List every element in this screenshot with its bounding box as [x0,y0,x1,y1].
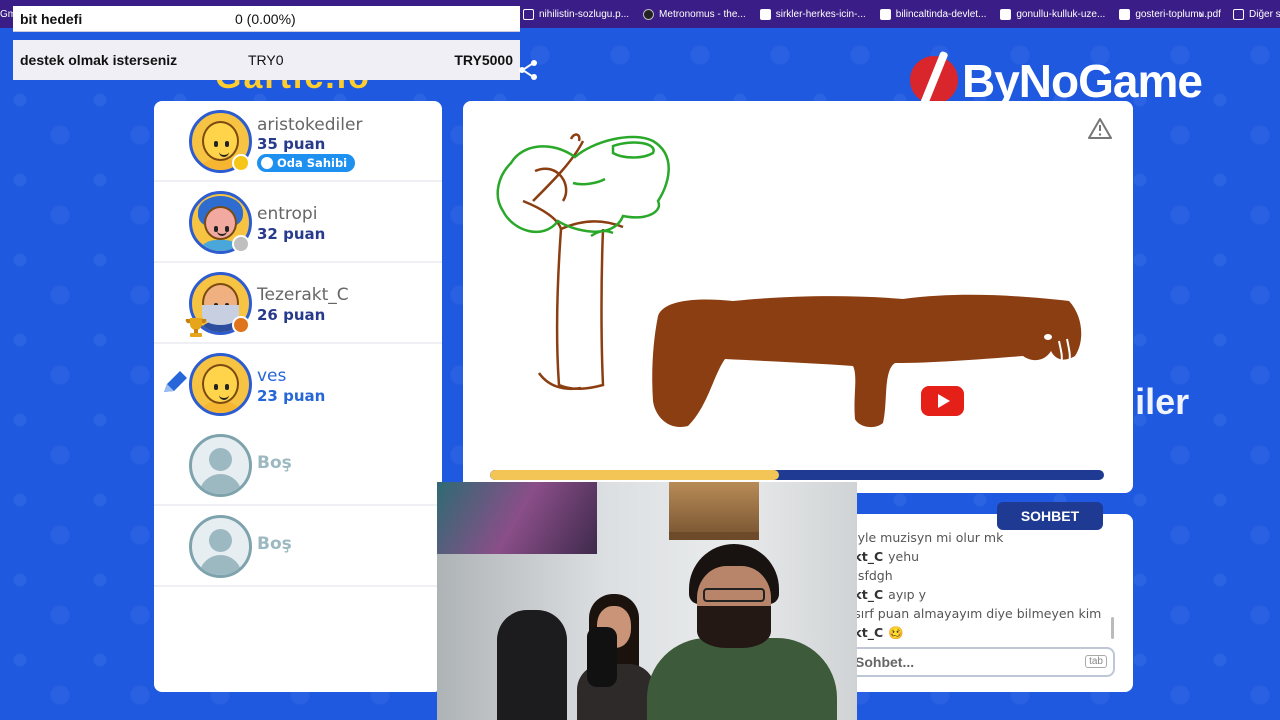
microphone [587,627,617,687]
wall-poster [437,482,597,554]
donation-goal: bit hedefi 0 (0.00%) [13,6,520,32]
goal-value: 0 (0.00%) [235,10,296,27]
player-name: Tezerakt_C [257,285,349,305]
support-max: TRY5000 [454,52,513,68]
chat-message: öyle muzisyn mi olur mk [843,530,1111,549]
drawing-canvas[interactable] [463,101,1133,493]
chat-text: yehu [888,549,920,564]
player-row[interactable]: entropi 32 puan [154,182,442,263]
chat-message: akt_C yehu [843,549,1111,568]
chat-text: 🥴 [888,625,904,640]
bookmarks-overflow-chevron-icon[interactable]: › [1199,7,1203,21]
goal-label: bit hedefi [20,10,83,27]
shelf [669,482,759,532]
donation-support: destek olmak isterseniz TRY0 TRY5000 [13,40,520,80]
bookmark-item[interactable]: bilincaltinda-devlet... [879,8,1001,20]
bookmark-label: nihilistin-sozlugu.p... [539,8,630,20]
bookmark-label: gosteri-toplumu.pdf [1135,8,1221,20]
chat-text: sırf puan almayayım diye bilmeyen kim [854,606,1102,621]
webcam-overlay [437,482,857,720]
turn-timer-fill [490,470,779,480]
chat-message: akt_C 🥴 [843,625,1111,644]
empty-slot-label: Boş [257,534,292,554]
other-bookmarks[interactable]: Diğer s [1233,8,1280,20]
status-dot [232,316,250,334]
checkbox-icon [1000,8,1012,20]
empty-slot: Boş [154,506,442,587]
smile-icon [261,157,273,169]
bookmark-label: Metronomus - the... [659,8,746,20]
share-icon[interactable] [516,58,540,82]
bookmark-label: sirkler-herkes-icin-... [775,8,866,20]
empty-slot-label: Boş [257,453,292,473]
game-logo: Gartic.io [215,80,385,92]
bookmark-item[interactable]: gosteri-toplumu.pdf [1119,8,1235,20]
turn-timer-bar [490,470,1104,480]
chat-input-placeholder: Sohbet... [855,654,915,670]
trophy-icon [185,318,207,337]
chat-text: öyle muzisyn mi olur mk [850,530,1004,545]
chair [497,610,567,720]
chat-tab[interactable]: SOHBET [997,502,1103,530]
chat-text: ayıp y [888,587,926,602]
status-dot [232,154,250,172]
bookmark-label: bilincaltinda-devlet... [895,8,987,20]
support-label: destek olmak isterseniz [20,52,178,68]
player-score: 23 puan [257,387,326,405]
youtube-overlay: aristokediler [921,381,1241,423]
player-score: 35 puan [257,135,326,153]
bookmark-item[interactable]: gonullu-kulluk-uze... [1000,8,1119,20]
report-warning-icon[interactable] [1088,117,1112,139]
youtube-icon [921,386,964,416]
empty-avatar-icon [189,515,252,578]
player-score: 26 puan [257,306,326,324]
page-icon [523,8,534,20]
streamer-right [643,544,857,720]
bookmark-list: nihilistin-sozlugu.p... Metronomus - the… [523,8,1235,20]
player-row[interactable]: aristokediler 35 puan Oda Sahibi [154,101,442,182]
support-min: TRY0 [248,52,284,68]
bookmark-item[interactable]: nihilistin-sozlugu.p... [523,8,643,20]
other-bookmarks-label: Diğer s [1249,8,1280,20]
status-dot [232,235,250,253]
avatar [189,353,252,416]
bookmark-gm[interactable]: Gm [0,9,16,20]
tab-hint: tab [1085,655,1107,668]
checkbox-icon [1119,8,1131,20]
players-panel: aristokediler 35 puan Oda Sahibi entropi… [154,101,442,692]
youtube-channel-name: aristokediler [975,381,1190,422]
metronome-icon [643,8,655,20]
chat-input[interactable]: Sohbet... tab [843,647,1115,677]
checkbox-icon [759,8,771,20]
brand-name: ByNoGame [962,55,1203,107]
room-owner-badge: Oda Sahibi [257,154,356,172]
room-owner-label: Oda Sahibi [277,156,348,170]
empty-avatar-icon [189,434,252,497]
checkbox-icon [879,8,891,20]
empty-slot: Boş [154,425,442,506]
chat-panel: öyle muzisyn mi olur mk akt_C yehu dsfdgh… [843,514,1133,692]
game-logo-text: Gartic.io [215,80,371,92]
drawing-canvas-panel[interactable] [463,101,1133,493]
bookmark-label: gonullu-kulluk-uze... [1016,8,1106,20]
chat-message: akt_C ayıp y [843,587,1111,606]
chat-messages: öyle muzisyn mi olur mk akt_C yehu dsfdgh… [843,530,1111,644]
bookmark-item[interactable]: Metronomus - the... [643,8,760,20]
player-score: 32 puan [257,225,326,243]
player-name: entropi [257,204,318,224]
player-row[interactable]: Tezerakt_C 26 puan [154,263,442,344]
pencil-icon [164,371,187,392]
player-name: aristokediler [257,115,363,135]
chat-message: isırf puan almayayım diye bilmeyen kim [843,606,1111,625]
chat-message: dsfdgh [843,568,1111,587]
player-name: ves [257,366,287,386]
bookmark-item[interactable]: sirkler-herkes-icin-... [759,8,880,20]
chat-scrollbar[interactable] [1111,617,1114,639]
folder-icon [1233,8,1244,20]
